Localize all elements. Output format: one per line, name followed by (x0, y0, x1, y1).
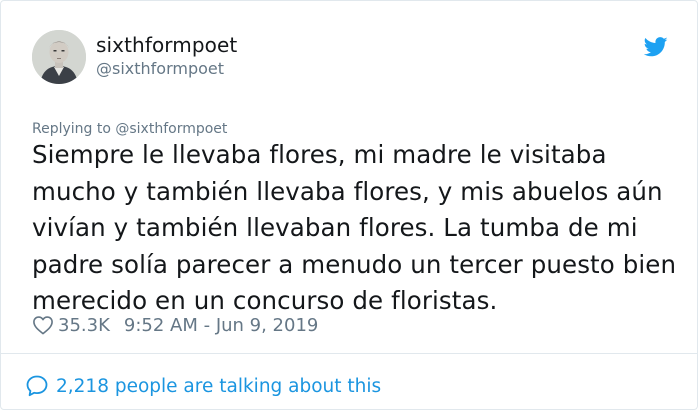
speech-bubble-icon (26, 375, 48, 397)
tweet-card: sixthformpoet @sixthformpoet Replying to… (0, 0, 698, 410)
twitter-bird-icon[interactable] (644, 37, 668, 57)
author-display-name[interactable]: sixthformpoet (96, 33, 237, 57)
tweet-text: Siempre le llevaba flores, mi madre le v… (32, 140, 677, 315)
tweet-meta: 35.3K 9:52 AM - Jun 9, 2019 (32, 313, 318, 337)
conversation-text[interactable]: 2,218 people are talking about this (56, 376, 381, 397)
tweet-timestamp[interactable]: 9:52 AM - Jun 9, 2019 (124, 315, 318, 336)
conversation-link[interactable]: 2,218 people are talking about this (25, 374, 381, 398)
author-handle[interactable]: @sixthformpoet (96, 59, 224, 78)
heart-icon[interactable] (32, 315, 54, 335)
like-count[interactable]: 35.3K (58, 315, 110, 336)
divider (1, 353, 697, 354)
avatar[interactable] (32, 30, 86, 84)
avatar-portrait (32, 30, 86, 84)
replying-to[interactable]: Replying to @sixthformpoet (32, 121, 227, 137)
